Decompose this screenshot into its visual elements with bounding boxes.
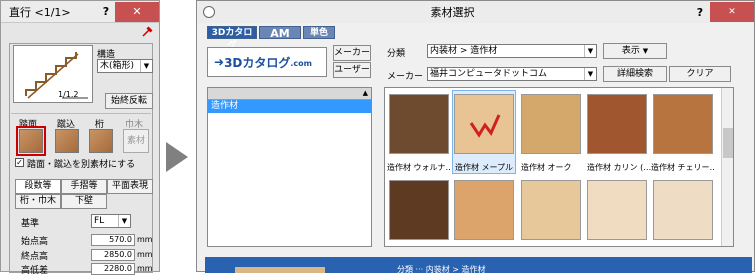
- dialog-titlebar: 素材選択 ? ✕: [197, 1, 754, 23]
- ratio-label: 1/1.2: [58, 90, 79, 99]
- tab-3d-catalog[interactable]: 3Dカタログ: [207, 26, 257, 51]
- arrow-logo-icon: ➜: [214, 55, 225, 69]
- category-tree[interactable]: ▲ 造作材: [207, 87, 372, 247]
- tab-plan[interactable]: 平面表現: [107, 179, 153, 194]
- material-button[interactable]: 素材: [123, 129, 149, 153]
- tab-solid-color[interactable]: 単色: [303, 26, 335, 39]
- material-label: 造作材 メープル: [455, 163, 514, 172]
- stringer-material-swatch[interactable]: [89, 129, 113, 153]
- chevron-down-icon: ▼: [642, 47, 649, 55]
- pin-icon[interactable]: [141, 26, 153, 38]
- tab-handrail[interactable]: 手摺等: [61, 179, 107, 194]
- grid-scrollbar[interactable]: [721, 88, 733, 246]
- logo-suffix: .com: [290, 59, 312, 68]
- material-label: 造作材 オーク: [521, 163, 572, 172]
- stair-diagram: 1/1.2: [13, 45, 93, 103]
- start-height-input[interactable]: 570.0: [91, 234, 135, 246]
- user-button[interactable]: ユーザー: [333, 62, 371, 78]
- dialog-title: 素材選択: [430, 6, 475, 19]
- material-label: 造作材 チェリー…: [651, 163, 715, 172]
- material-label: 造作材 カリン (…: [587, 163, 651, 172]
- checkmark-icon: [469, 114, 501, 138]
- base-select[interactable]: FL ▼: [91, 214, 131, 228]
- logo-text: 3Dカタログ: [224, 55, 291, 70]
- stair-profile-icon: [25, 52, 88, 99]
- material-tile[interactable]: [454, 94, 514, 154]
- panel-title: 直行 <1/1>: [9, 5, 71, 19]
- arrow-right-icon: [166, 142, 188, 172]
- material-tile[interactable]: [521, 94, 581, 154]
- tab-stringer[interactable]: 桁・巾木: [15, 194, 61, 209]
- stair-settings-panel: 直行 <1/1> ? ✕ 1/1.2 構造 木(箱形) ▼ 始終反転 踏面 蹴込…: [0, 0, 160, 276]
- material-tile[interactable]: [653, 94, 713, 154]
- app-icon: [203, 6, 215, 18]
- search-button[interactable]: 詳細検索: [603, 66, 667, 82]
- material-tile[interactable]: [389, 94, 449, 154]
- catalog-logo[interactable]: ➜ 3Dカタログ .com: [207, 47, 327, 77]
- height-diff-value: 2280.0: [91, 263, 135, 275]
- preview-swatch: [235, 267, 325, 273]
- separate-material-label: 踏面・蹴込を別素材にする: [27, 160, 136, 170]
- tree-item-selected[interactable]: 造作材: [208, 100, 371, 113]
- material-grid: 造作材 ウォルナ… 造作材 メープル 造作材 オーク 造作材 カリン (… 造作…: [384, 87, 734, 247]
- tree-header: ▲: [208, 88, 371, 100]
- help-button[interactable]: ?: [97, 5, 115, 18]
- unit-label: mm: [137, 235, 153, 244]
- separate-material-checkbox[interactable]: ✓: [15, 158, 24, 167]
- end-height-input[interactable]: 2850.0: [91, 249, 135, 261]
- tab-lower-wall[interactable]: 下壁: [61, 194, 107, 209]
- collapse-icon[interactable]: ▲: [363, 89, 368, 97]
- material-select-dialog: 素材選択 ? ✕ 3Dカタログ AM 単色 ➜ 3Dカタログ .com メーカー…: [196, 0, 755, 274]
- preview-footer: 分類 ··· 内装材 > 造作材: [205, 257, 752, 274]
- panel-titlebar: 直行 <1/1> ? ✕: [1, 1, 159, 23]
- maker-label: メーカー: [387, 72, 424, 82]
- height-diff-label: 高低差: [21, 266, 49, 276]
- material-tile[interactable]: [587, 94, 647, 154]
- category-select[interactable]: 内装材 > 造作材 ▼: [427, 44, 597, 58]
- chevron-down-icon: ▼: [584, 45, 596, 57]
- chevron-down-icon: ▼: [140, 60, 152, 72]
- scroll-thumb[interactable]: [723, 128, 733, 158]
- tread-material-swatch[interactable]: [16, 126, 46, 156]
- material-tile[interactable]: [521, 180, 581, 240]
- end-height-label: 終点高: [21, 252, 49, 262]
- chevron-down-icon: ▼: [118, 215, 130, 227]
- material-tile[interactable]: [653, 180, 713, 240]
- category-label: 分類: [387, 49, 406, 59]
- material-tile[interactable]: [389, 180, 449, 240]
- tab-am[interactable]: AM: [259, 26, 301, 40]
- tab-steps[interactable]: 段数等: [15, 179, 61, 194]
- close-button[interactable]: ✕: [115, 1, 159, 22]
- chevron-down-icon: ▼: [584, 68, 596, 80]
- structure-select[interactable]: 木(箱形) ▼: [97, 59, 153, 73]
- maker-button[interactable]: メーカー: [333, 45, 371, 61]
- material-tile[interactable]: [587, 180, 647, 240]
- flip-button[interactable]: 始終反転: [105, 93, 153, 109]
- divider: [11, 113, 151, 114]
- clear-button[interactable]: クリア: [669, 66, 731, 82]
- maker-select[interactable]: 福井コンピュータドットコム ▼: [427, 67, 597, 81]
- unit-label: mm: [137, 250, 153, 259]
- base-label: 基準: [21, 219, 40, 229]
- material-tile[interactable]: [454, 180, 514, 240]
- riser-material-swatch[interactable]: [55, 129, 79, 153]
- display-button[interactable]: 表示 ▼: [603, 43, 667, 59]
- help-button[interactable]: ?: [690, 6, 710, 19]
- footer-text: 分類 ··· 内装材 > 造作材: [397, 265, 486, 274]
- start-height-label: 始点高: [21, 237, 49, 247]
- material-label: 造作材 ウォルナ…: [387, 163, 451, 172]
- close-button[interactable]: ✕: [710, 2, 754, 22]
